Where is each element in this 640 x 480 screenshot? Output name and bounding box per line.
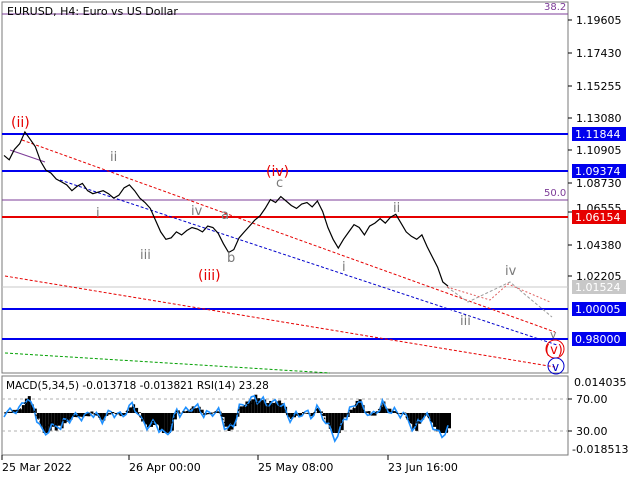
price-level-label-1-11844: 1.11844 (572, 127, 626, 141)
macd-bar (251, 399, 255, 413)
macd-bar (156, 413, 159, 425)
wave-label-a: a (221, 208, 229, 223)
wave-label-iv-2: iv (505, 264, 517, 279)
macd-bar (436, 413, 440, 432)
indicator-tick: 30.00 (576, 425, 608, 438)
wave-label-i: i (96, 206, 100, 221)
price-level-label-1-00005: 1.00005 (572, 302, 626, 316)
price-level-text: 1.06154 (575, 211, 621, 224)
wave-label-v-blue: v (552, 360, 559, 374)
wave-label-ii-gray: ii (110, 150, 117, 165)
price-level-label-0-98000: 0.98000 (572, 332, 626, 346)
wave-label-ii-gray-2: ii (393, 201, 400, 216)
fib-label-50: 50.0 (544, 188, 566, 199)
price-level-text: 1.00005 (575, 303, 621, 316)
wave-label-i-2: i (342, 260, 346, 275)
price-tick: 1.15255 (576, 80, 622, 93)
macd-bar (331, 413, 335, 433)
wave-label-ii-red: (ii) (11, 115, 30, 131)
macd-bar (239, 406, 243, 413)
price-axis: 1.19605 1.17430 1.15255 1.13080 1.10905 … (568, 14, 622, 283)
chart-canvas: EURUSD, H4: Euro vs US Dollar 38.2 50.0 … (1, 1, 628, 474)
price-level-label-1-09374: 1.09374 (572, 164, 626, 178)
price-level-text: 1.11844 (575, 128, 621, 141)
wave-label-iv: iv (191, 204, 203, 219)
time-axis: 25 Mar 2022 26 Apr 00:00 25 May 08:00 23… (1, 455, 458, 474)
macd-bar (164, 413, 168, 433)
chart-title: EURUSD, H4: Euro vs US Dollar (7, 5, 178, 18)
macd-bar (18, 409, 22, 413)
indicator-axis: 0.014035 70.00 30.00 -0.018513 (568, 376, 628, 456)
macd-bar (260, 400, 264, 413)
wave-label-iii-red: (iii) (198, 268, 221, 284)
macd-bar (45, 413, 49, 433)
price-tick: 1.08730 (576, 177, 622, 190)
macd-bar (409, 413, 413, 424)
macd-bar (343, 413, 347, 418)
time-tick: 25 May 08:00 (258, 461, 333, 474)
indicator-title: MACD(5,34,5) -0.013718 -0.013821 RSI(14)… (6, 380, 269, 392)
macd-bar (433, 413, 437, 427)
macd-bar (224, 413, 228, 427)
price-tick: 1.10905 (576, 144, 622, 157)
macd-bar (159, 413, 162, 431)
price-level-label-1-01524: 1.01524 (572, 280, 626, 294)
chart-window: EURUSD, H4: Euro vs US Dollar 38.2 50.0 … (0, 0, 640, 480)
time-tick: 23 Jun 16:00 (388, 461, 458, 474)
wave-label-iii: iii (140, 248, 151, 263)
price-pane (1, 1, 569, 374)
wave-label-b: b (227, 251, 235, 266)
indicator-tick: -0.018513 (572, 443, 628, 456)
price-tick: 1.17430 (576, 47, 622, 60)
price-tick: 1.13080 (576, 112, 622, 125)
price-level-text: 0.98000 (575, 333, 621, 346)
price-tick: 1.19605 (576, 14, 622, 27)
wave-label-v-small: v (550, 328, 557, 341)
macd-bar (442, 413, 445, 433)
price-level-text: 1.09374 (575, 165, 621, 178)
price-tick: 1.04380 (576, 239, 622, 252)
macd-bar (322, 413, 326, 417)
macd-bar (242, 406, 246, 413)
macd-bar (272, 402, 276, 413)
indicator-tick: 70.00 (576, 393, 608, 406)
wave-label-iii-2: iii (460, 314, 471, 329)
wave-label-v-red: (v) (545, 343, 563, 358)
fib-label-38-2: 38.2 (544, 2, 566, 13)
price-level-label-1-06154: 1.06154 (572, 210, 626, 224)
price-level-text: 1.01524 (575, 281, 621, 294)
wave-label-iv-red: (iv) (266, 164, 289, 180)
macd-bar (334, 413, 338, 433)
macd-bar (367, 411, 371, 413)
macd-bar (36, 413, 40, 419)
indicator-tick: 0.014035 (574, 376, 627, 389)
time-tick: 25 Mar 2022 (2, 461, 72, 474)
time-tick: 26 Apr 00:00 (129, 461, 201, 474)
